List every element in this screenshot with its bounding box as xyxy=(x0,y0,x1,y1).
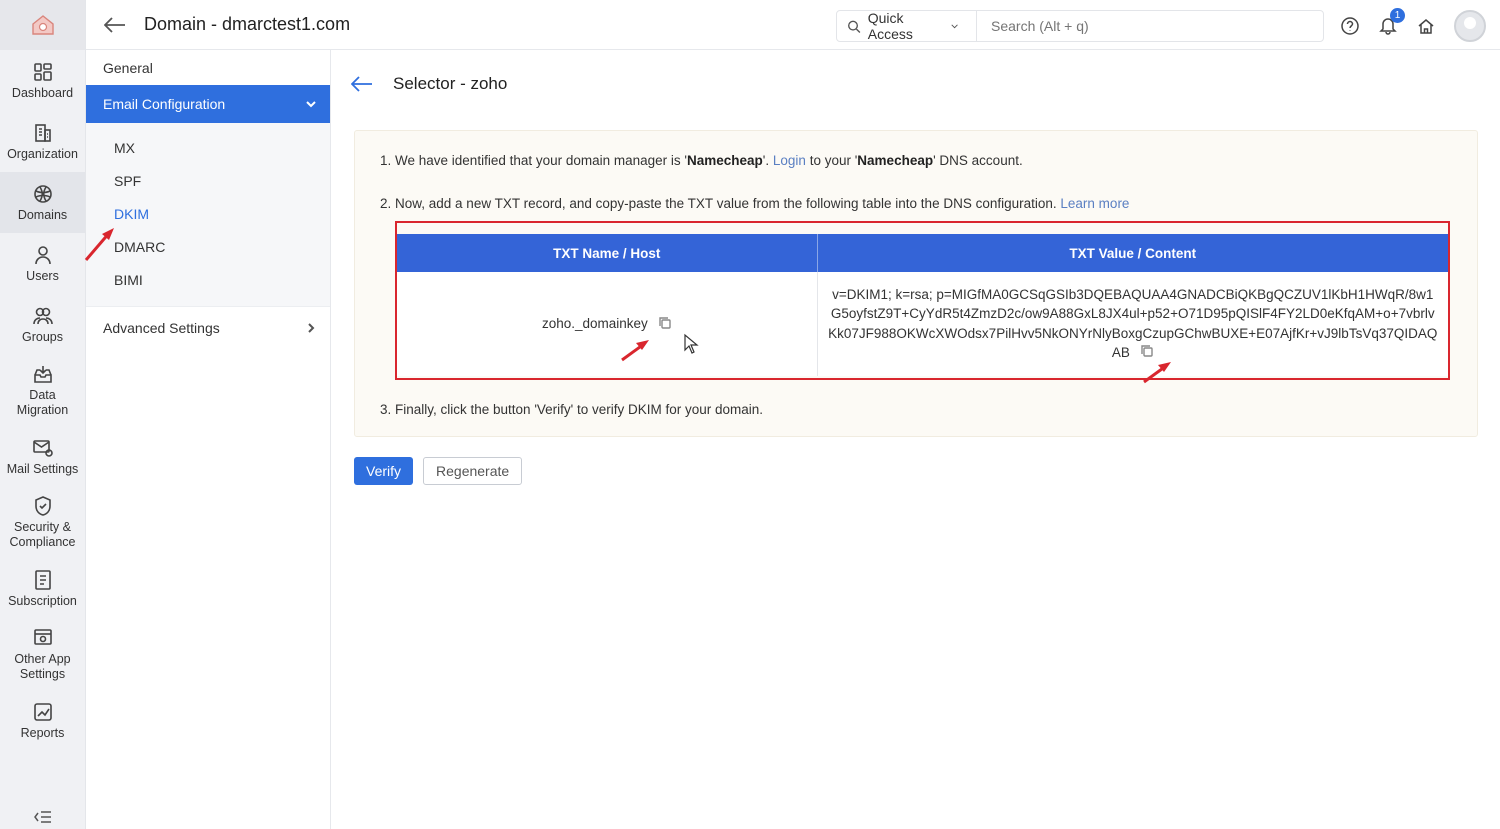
subnav-general[interactable]: General xyxy=(86,50,330,85)
subnav-item-mx[interactable]: MX xyxy=(86,131,330,164)
chart-icon xyxy=(33,702,52,721)
user-icon xyxy=(34,245,51,264)
chevron-down-icon xyxy=(306,101,316,108)
arrow-left-icon[interactable] xyxy=(351,76,373,92)
dns-manager-name: Namecheap xyxy=(857,153,934,168)
rail-label: Dashboard xyxy=(11,85,74,100)
rail-label: Security & Compliance xyxy=(9,520,76,549)
dkim-instructions-panel: 1. We have identified that your domain m… xyxy=(354,130,1478,437)
app-settings-icon xyxy=(33,629,52,645)
chevron-right-icon xyxy=(308,322,315,333)
txt-host-cell: zoho._domainkey xyxy=(397,272,818,376)
help-icon[interactable] xyxy=(1340,16,1360,36)
dns-manager-name: Namecheap xyxy=(687,153,763,168)
rail-label: Data Migration xyxy=(16,388,69,417)
globe-icon xyxy=(33,184,52,203)
verify-button[interactable]: Verify xyxy=(354,457,414,485)
subnav-item-dkim[interactable]: DKIM xyxy=(86,197,330,230)
home-logo-icon[interactable] xyxy=(0,0,85,50)
collapse-sidebar-icon[interactable] xyxy=(0,810,86,827)
rail-label: Groups xyxy=(22,329,63,344)
app-rail: Dashboard Organization Domains Users Gro… xyxy=(0,0,86,829)
col-header-name: TXT Name / Host xyxy=(397,234,818,272)
rail-item-subscription[interactable]: Subscription xyxy=(0,558,85,619)
rail-label: Domains xyxy=(17,207,68,222)
rail-label: Organization xyxy=(7,146,78,161)
avatar[interactable] xyxy=(1454,10,1486,42)
rail-label: Other App Settings xyxy=(14,652,71,681)
selector-header: Selector - zoho xyxy=(351,74,507,94)
building-icon xyxy=(34,123,51,142)
copy-value-icon[interactable] xyxy=(1140,344,1154,364)
step-3: 3. Finally, click the button 'Verify' to… xyxy=(380,402,764,417)
txt-host-value: zoho._domainkey xyxy=(541,315,648,331)
search-bar: Quick Access xyxy=(836,10,1324,42)
home-icon[interactable] xyxy=(1416,16,1436,36)
rail-item-mail-settings[interactable]: Mail Settings xyxy=(0,426,85,487)
copy-host-icon[interactable] xyxy=(658,316,672,333)
step-1-text: 1. We have identified that your domain m… xyxy=(380,153,687,168)
rail-item-other-app-settings[interactable]: Other App Settings xyxy=(0,619,85,690)
rail-item-data-migration[interactable]: Data Migration xyxy=(0,355,85,426)
rail-item-groups[interactable]: Groups xyxy=(0,294,85,355)
login-link[interactable]: Login xyxy=(773,153,806,168)
shield-icon xyxy=(34,496,51,516)
regenerate-button[interactable]: Regenerate xyxy=(423,457,523,485)
rail-item-dashboard[interactable]: Dashboard xyxy=(0,50,85,111)
col-header-value: TXT Value / Content xyxy=(817,234,1448,272)
chevron-down-icon xyxy=(951,24,958,29)
rail-label: Mail Settings xyxy=(6,461,79,476)
rail-label: Users xyxy=(26,268,59,283)
rail-item-security[interactable]: Security & Compliance xyxy=(0,487,85,558)
subnav-advanced-settings[interactable]: Advanced Settings xyxy=(86,306,330,348)
rail-item-organization[interactable]: Organization xyxy=(0,111,85,172)
action-buttons: Verify Regenerate xyxy=(354,457,523,485)
dashboard-icon xyxy=(33,62,52,81)
inbox-download-icon xyxy=(33,366,52,383)
search-icon xyxy=(848,20,861,33)
txt-value-cell: v=DKIM1; k=rsa; p=MIGfMA0GCSqGSIb3DQEBAQ… xyxy=(817,272,1448,376)
email-config-subitems: MX SPF DKIM DMARC BIMI xyxy=(86,123,330,306)
rail-label: Reports xyxy=(20,725,65,740)
subnav-item-bimi[interactable]: BIMI xyxy=(86,263,330,296)
table-header-row: TXT Name / Host TXT Value / Content xyxy=(397,234,1448,272)
selector-title: Selector - zoho xyxy=(393,74,508,93)
back-button[interactable] xyxy=(86,16,144,33)
rail-item-reports[interactable]: Reports xyxy=(0,690,85,751)
step-1: 1. We have identified that your domain m… xyxy=(380,153,1023,168)
quick-access-label: Quick Access xyxy=(867,10,913,42)
subnav-item-spf[interactable]: SPF xyxy=(86,164,330,197)
domain-settings-nav: General Email Configuration MX SPF DKIM … xyxy=(86,50,331,829)
subnav-item-dmarc[interactable]: DMARC xyxy=(86,230,330,263)
top-bar: Domain - dmarctest1.com Quick Access 1 xyxy=(86,0,1500,50)
step-1-text: ' DNS account. xyxy=(933,153,1023,168)
groups-icon xyxy=(32,307,53,324)
step-1-text: to your ' xyxy=(805,153,858,168)
step-2: 2. Now, add a new TXT record, and copy-p… xyxy=(380,196,1129,211)
mail-gear-icon xyxy=(32,439,53,457)
top-icons: 1 xyxy=(1340,7,1486,42)
txt-record-table: TXT Name / Host TXT Value / Content zoho… xyxy=(395,221,1450,380)
subnav-advanced-settings-label: Advanced Settings xyxy=(103,319,220,336)
subnav-email-configuration[interactable]: Email Configuration xyxy=(86,85,330,123)
main-content: Selector - zoho 1. We have identified th… xyxy=(331,50,1500,829)
rail-item-users[interactable]: Users xyxy=(0,233,85,294)
table-row: zoho._domainkey v=DKIM1; k=rsa; p=MIGfMA… xyxy=(397,272,1448,376)
document-dollar-icon xyxy=(34,569,51,590)
rail-label: Subscription xyxy=(8,593,77,608)
notification-badge: 1 xyxy=(1390,7,1405,23)
notifications-button[interactable]: 1 xyxy=(1378,7,1405,38)
search-input[interactable] xyxy=(977,18,1297,34)
subnav-email-configuration-label: Email Configuration xyxy=(103,96,226,112)
page-title: Domain - dmarctest1.com xyxy=(144,14,351,34)
txt-value-text: v=DKIM1; k=rsa; p=MIGfMA0GCSqGSIb3DQEBAQ… xyxy=(828,286,1438,361)
learn-more-link[interactable]: Learn more xyxy=(1060,196,1129,211)
step-1-text: '. xyxy=(762,153,773,168)
step-2-text: 2. Now, add a new TXT record, and copy-p… xyxy=(380,196,1057,211)
arrow-left-icon xyxy=(104,16,125,33)
quick-access-dropdown[interactable]: Quick Access xyxy=(837,10,977,42)
rail-item-domains[interactable]: Domains xyxy=(0,172,85,233)
txt-value-content: v=DKIM1; k=rsa; p=MIGfMA0GCSqGSIb3DQEBAQ… xyxy=(818,285,1449,364)
